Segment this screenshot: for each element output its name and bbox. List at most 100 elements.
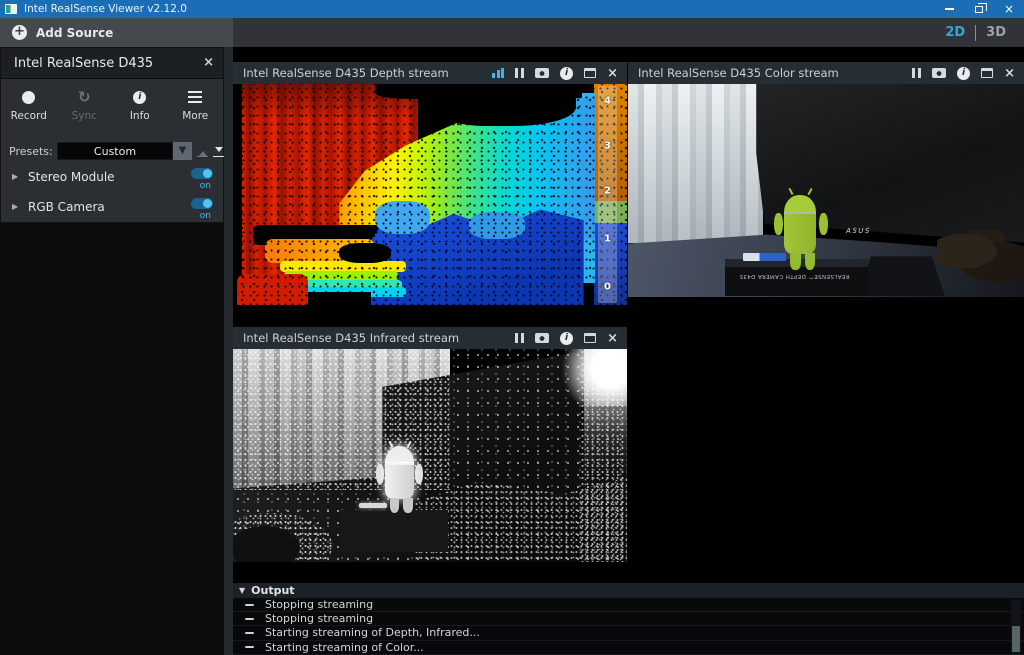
plus-circle-icon: +	[12, 25, 27, 40]
view-toolbar: 2D 3D	[233, 18, 1024, 47]
toggle-knob	[203, 169, 212, 178]
pause-icon[interactable]	[515, 68, 524, 78]
sync-button[interactable]: ↻ Sync	[57, 86, 113, 122]
log-dash-icon	[245, 604, 254, 606]
stream-info-icon[interactable]: i	[957, 67, 970, 80]
log-line: Stopping streaming	[233, 612, 1024, 626]
sidebar-scrollbar[interactable]	[224, 47, 233, 655]
scale-tick: 3	[598, 140, 617, 151]
output-panel: ▼ Output Stopping streamingStopping stre…	[233, 583, 1024, 655]
expand-arrow-icon[interactable]: ▶	[12, 172, 18, 181]
stream-info-icon[interactable]: i	[560, 67, 573, 80]
record-button[interactable]: Record	[1, 86, 57, 122]
depth-stream-title: Intel RealSense D435 Depth stream	[243, 66, 492, 80]
android-figurine	[628, 84, 1024, 305]
log-dash-icon	[245, 632, 254, 634]
snapshot-camera-icon[interactable]	[535, 68, 549, 78]
scale-tick: 2	[598, 186, 617, 197]
device-title: Intel RealSense D435	[14, 56, 153, 71]
maximize-window-icon[interactable]	[584, 333, 596, 343]
record-icon	[22, 91, 35, 104]
pause-icon[interactable]	[515, 333, 524, 343]
module-row-rgb: ▶ RGB Camera on	[1, 198, 223, 224]
infrared-stream-image	[233, 349, 627, 570]
download-preset-icon[interactable]	[213, 146, 224, 157]
snapshot-camera-icon[interactable]	[535, 333, 549, 343]
close-stream-icon[interactable]: ×	[1004, 67, 1015, 80]
presets-label: Presets:	[9, 145, 53, 158]
infrared-stream-header: Intel RealSense D435 Infrared stream i ×	[233, 327, 627, 349]
toggle-state-label: on	[200, 181, 211, 191]
viewport: Intel RealSense D435 Depth stream i ×	[233, 47, 1024, 655]
output-collapse-icon: ▼	[239, 586, 245, 595]
log-text: Stopping streaming	[265, 612, 373, 625]
close-stream-icon[interactable]: ×	[607, 67, 618, 80]
sync-icon: ↻	[78, 90, 91, 105]
scale-tick: 0	[598, 281, 617, 292]
expand-arrow-icon[interactable]: ▶	[12, 202, 18, 211]
infrared-stream-title: Intel RealSense D435 Infrared stream	[243, 331, 515, 345]
window-controls: ×	[934, 0, 1024, 18]
output-scrollbar-thumb[interactable]	[1012, 626, 1020, 652]
device-actions: Record ↻ Sync i Info More	[1, 86, 223, 122]
scale-tick: 1	[598, 233, 617, 244]
output-title: Output	[251, 584, 294, 597]
depth-stream-panel: Intel RealSense D435 Depth stream i ×	[233, 62, 627, 305]
maximize-window-icon[interactable]	[981, 68, 993, 78]
stats-chart-icon[interactable]	[492, 68, 504, 78]
rgb-camera-toggle[interactable]	[191, 198, 213, 209]
color-stream-panel: Intel RealSense D435 Color stream i × AS…	[628, 62, 1024, 305]
presets-row: Presets: Custom ▼	[1, 142, 223, 160]
app-icon	[5, 4, 17, 14]
view-3d-button[interactable]: 3D	[976, 25, 1016, 40]
log-text: Starting streaming of Depth, Infrared...	[265, 626, 480, 639]
device-panel: Intel RealSense D435 × Record ↻ Sync i I…	[0, 47, 224, 223]
depth-stream-header: Intel RealSense D435 Depth stream i ×	[233, 62, 627, 84]
stream-info-icon[interactable]: i	[560, 332, 573, 345]
toggle-state-label: on	[200, 211, 211, 221]
upload-preset-icon[interactable]	[197, 146, 208, 157]
titlebar: Intel RealSense Viewer v2.12.0 ×	[0, 0, 1024, 18]
sidebar: Intel RealSense D435 × Record ↻ Sync i I…	[0, 47, 233, 655]
window-title: Intel RealSense Viewer v2.12.0	[24, 3, 187, 15]
maximize-window-icon[interactable]	[584, 68, 596, 78]
close-icon: ×	[1004, 3, 1014, 15]
scale-tick: 4	[598, 96, 617, 107]
presets-dropdown-arrow[interactable]: ▼	[173, 142, 192, 160]
presets-dropdown[interactable]: Custom	[57, 142, 173, 160]
device-close-button[interactable]: ×	[203, 56, 214, 69]
info-button[interactable]: i Info	[112, 86, 168, 122]
minimize-icon	[945, 8, 954, 10]
add-source-bar[interactable]: + Add Source	[0, 18, 233, 47]
log-dash-icon	[245, 646, 254, 648]
minimize-button[interactable]	[934, 0, 964, 18]
more-button[interactable]: More	[168, 86, 224, 122]
log-dash-icon	[245, 618, 254, 620]
toggle-knob	[203, 199, 212, 208]
snapshot-camera-icon[interactable]	[932, 68, 946, 78]
close-button[interactable]: ×	[994, 0, 1024, 18]
depth-stream-image: 4 3 2 1 0	[233, 84, 627, 305]
close-stream-icon[interactable]: ×	[607, 332, 618, 345]
log-text: Stopping streaming	[265, 598, 373, 611]
output-header[interactable]: ▼ Output	[233, 583, 1024, 598]
more-icon	[188, 91, 202, 94]
view-2d-button[interactable]: 2D	[935, 25, 975, 40]
color-stream-title: Intel RealSense D435 Color stream	[638, 66, 912, 80]
output-log: Stopping streamingStopping streamingStar…	[233, 598, 1024, 655]
device-panel-header: Intel RealSense D435 ×	[1, 48, 223, 79]
add-source-label: Add Source	[36, 26, 113, 40]
depth-noise-overlay	[233, 84, 627, 305]
log-line: Starting streaming of Color...	[233, 641, 1024, 655]
pause-icon[interactable]	[912, 68, 921, 78]
module-label: Stereo Module	[28, 170, 115, 184]
output-scrollbar[interactable]	[1011, 599, 1021, 654]
restore-button[interactable]	[964, 0, 994, 18]
info-icon: i	[133, 91, 146, 104]
app-window: Intel RealSense Viewer v2.12.0 × + Add S…	[0, 0, 1024, 655]
module-row-stereo: ▶ Stereo Module on	[1, 168, 223, 194]
log-text: Starting streaming of Color...	[265, 641, 424, 654]
module-label: RGB Camera	[28, 200, 105, 214]
log-line: Starting streaming of Depth, Infrared...	[233, 626, 1024, 640]
stereo-module-toggle[interactable]	[191, 168, 213, 179]
